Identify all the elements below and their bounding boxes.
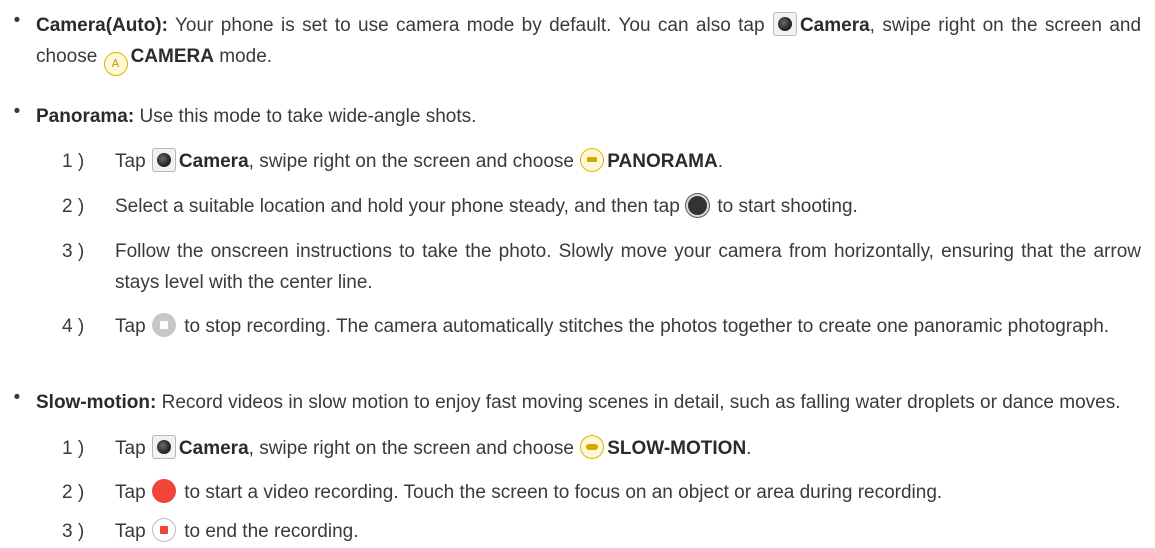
panorama-step-4: 4 ) Tap to stop recording. The camera au… (62, 311, 1141, 342)
step-text: Tap (115, 482, 146, 503)
panorama-step-2: 2 ) Select a suitable location and hold … (62, 191, 1141, 222)
auto-mode-icon: A (103, 52, 128, 76)
panorama-title: Panorama: (36, 106, 135, 127)
bullet-dot: • (13, 387, 21, 408)
camera-auto-title: Camera(Auto): (36, 15, 168, 36)
step-text: to start shooting. (717, 196, 858, 217)
step-number: 2 ) (62, 196, 85, 217)
step-text: Tap (115, 521, 146, 542)
step-text: to stop recording. The camera automatica… (184, 316, 1110, 337)
step-text: Tap (115, 438, 146, 459)
bullet-dot: • (13, 101, 21, 122)
manual-page: • Camera(Auto): Your phone is set to use… (0, 0, 1155, 548)
slow-motion-text: Record videos in slow motion to enjoy fa… (161, 392, 1121, 413)
camera-app-icon (151, 148, 176, 172)
step-text: , swipe right on the screen and choose (248, 438, 574, 459)
camera-label: Camera (178, 438, 249, 459)
panorama-step-1: 1 ) Tap Camera, swipe right on the scree… (62, 146, 1141, 177)
slow-motion-step-2: 2 ) Tap to start a video recording. Touc… (62, 477, 1141, 508)
camera-mode-label: CAMERA (130, 46, 214, 67)
stop-button-icon (151, 313, 176, 337)
step-number: 2 ) (62, 482, 85, 503)
camera-app-icon (772, 12, 797, 36)
stop-recording-icon (151, 518, 176, 542)
step-number: 1 ) (62, 438, 85, 459)
panorama-mode-icon (580, 148, 605, 172)
camera-label: Camera (178, 151, 249, 172)
step-number: 3 ) (62, 241, 85, 262)
step-number: 4 ) (62, 316, 85, 337)
bullet-panorama: • Panorama: Use this mode to take wide-a… (10, 101, 1141, 132)
step-text: Tap (115, 151, 146, 172)
camera-app-icon (151, 435, 176, 459)
camera-auto-text3: mode. (219, 46, 273, 67)
slow-motion-title: Slow-motion: (36, 392, 157, 413)
bullet-dot: • (13, 10, 21, 31)
step-text: Tap (115, 316, 146, 337)
panorama-mode-label: PANORAMA (607, 151, 718, 172)
record-button-icon (151, 479, 176, 503)
camera-auto-text1: Your phone is set to use camera mode by … (175, 15, 765, 36)
panorama-step-3: 3 ) Follow the onscreen instructions to … (62, 236, 1141, 298)
step-text: . (717, 151, 723, 172)
step-text: Select a suitable location and hold your… (115, 196, 680, 217)
step-text: to start a video recording. Touch the sc… (184, 482, 943, 503)
bullet-slow-motion: • Slow-motion: Record videos in slow mot… (10, 387, 1141, 418)
slow-motion-step-3: 3 ) Tap to end the recording. (62, 516, 1141, 547)
bullet-camera-auto: • Camera(Auto): Your phone is set to use… (10, 10, 1141, 76)
step-text: Follow the onscreen instructions to take… (115, 241, 1141, 293)
step-number: 3 ) (62, 521, 85, 542)
step-text: . (746, 438, 752, 459)
slow-motion-step-1: 1 ) Tap Camera, swipe right on the scree… (62, 433, 1141, 464)
shutter-button-icon (686, 194, 710, 217)
slow-motion-mode-icon (580, 435, 605, 459)
slow-motion-mode-label: SLOW-MOTION (607, 438, 747, 459)
panorama-text: Use this mode to take wide-angle shots. (139, 106, 477, 127)
camera-label: Camera (799, 15, 870, 36)
step-text: , swipe right on the screen and choose (248, 151, 574, 172)
step-text: to end the recording. (184, 521, 359, 542)
step-number: 1 ) (62, 151, 85, 172)
